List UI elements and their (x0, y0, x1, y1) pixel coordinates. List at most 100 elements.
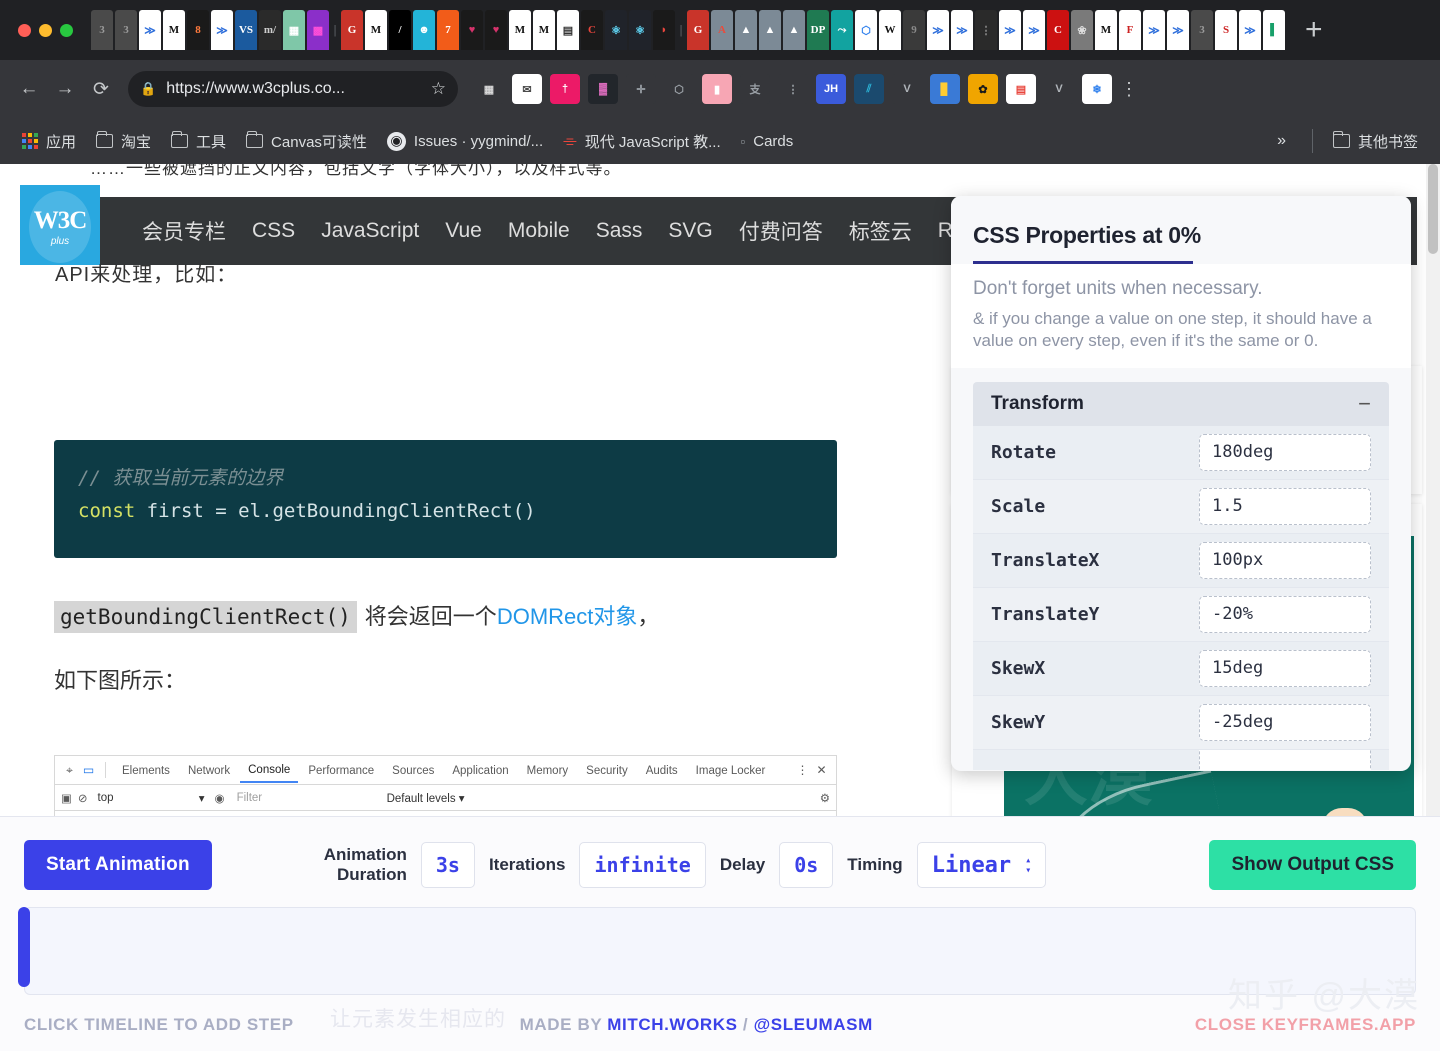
iterations-input[interactable]: infinite (579, 842, 706, 888)
made-by-handle[interactable]: @SLEUMASM (754, 1015, 873, 1034)
browser-tab[interactable]: ❀ (1071, 10, 1093, 50)
property-value-input[interactable]: 15deg (1199, 649, 1371, 687)
domrect-link[interactable]: DOMRect对象 (497, 599, 638, 631)
bookmark-tools[interactable]: 工具 (163, 127, 234, 156)
bookmark-star-icon[interactable]: ☆ (431, 79, 446, 99)
bookmark-canvas[interactable]: Canvas可读性 (238, 127, 375, 156)
profile-avatar[interactable]: ❄ (1082, 74, 1112, 104)
site-logo[interactable]: W3C plus (20, 184, 100, 270)
browser-tab[interactable]: VS (235, 10, 257, 50)
property-value-input[interactable] (1199, 749, 1371, 770)
browser-tab[interactable]: ▲ (759, 10, 781, 50)
alipay-shield-icon[interactable]: 支 (740, 74, 770, 104)
devtools-tab-application[interactable]: Application (444, 759, 516, 782)
console-filter-input[interactable]: Filter (231, 792, 381, 804)
browser-tab[interactable]: ▤ (557, 10, 579, 50)
duration-input[interactable]: 3s (420, 842, 475, 888)
ruler-icon[interactable]: ✛ (626, 74, 656, 104)
browser-tab[interactable]: ▦ (283, 10, 305, 50)
browser-tab[interactable]: ⬡ (855, 10, 877, 50)
browser-tab[interactable]: 7 (437, 10, 459, 50)
back-icon[interactable]: ← (12, 72, 46, 106)
console-context-select[interactable]: top ▾ (94, 790, 209, 806)
site-nav-item-0[interactable]: 会员专栏 (142, 216, 226, 246)
browser-tab[interactable]: M (163, 10, 185, 50)
browser-tab[interactable]: ⋮ (975, 10, 997, 50)
bookmark-js-info[interactable]: ⌯ 现代 JavaScript 教... (555, 127, 728, 156)
site-nav-item-2[interactable]: JavaScript (321, 219, 419, 243)
devtools-tab-image-locker[interactable]: Image Locker (688, 759, 774, 782)
mail-checker-icon[interactable]: ✉ (512, 74, 542, 104)
jh-icon[interactable]: JH (816, 74, 846, 104)
colorzilla-icon[interactable]: ▓ (588, 74, 618, 104)
vimium-icon[interactable]: V (892, 74, 922, 104)
close-keyframes-button[interactable]: CLOSE KEYFRAMES.APP (1195, 1015, 1416, 1035)
browser-tab[interactable]: G (687, 10, 709, 50)
browser-tab[interactable]: 3 (115, 10, 137, 50)
browser-tab[interactable]: C (1047, 10, 1069, 50)
browser-tab[interactable]: ≫ (951, 10, 973, 50)
browser-tab[interactable]: ≫ (1239, 10, 1261, 50)
close-window-button[interactable] (18, 23, 31, 37)
other-bookmarks-folder[interactable]: 其他书签 (1325, 127, 1426, 156)
site-nav-item-4[interactable]: Mobile (508, 219, 570, 243)
forward-icon[interactable]: → (48, 72, 82, 106)
devtools-tab-audits[interactable]: Audits (638, 759, 686, 782)
bookmarks-overflow-button[interactable]: » (1263, 132, 1300, 150)
browser-tab[interactable]: ⚛ (605, 10, 627, 50)
browser-tab[interactable]: ▌ (1263, 10, 1285, 50)
browser-tab[interactable]: DP (807, 10, 829, 50)
bookmark-apps[interactable]: 应用 (14, 127, 84, 156)
collapse-icon[interactable]: − (1358, 392, 1371, 415)
eye-icon[interactable]: ◉ (215, 791, 225, 805)
delay-input[interactable]: 0s (779, 842, 834, 888)
property-value-input[interactable]: -25deg (1199, 703, 1371, 741)
site-nav-item-7[interactable]: 付费问答 (739, 216, 823, 246)
notes-icon[interactable]: ▤ (1006, 74, 1036, 104)
property-value-input[interactable]: -20% (1199, 595, 1371, 633)
browser-tab[interactable]: W (879, 10, 901, 50)
browser-tab[interactable]: ▲ (783, 10, 805, 50)
browser-tab[interactable]: 3 (91, 10, 113, 50)
browser-tab[interactable]: 8 (187, 10, 209, 50)
browser-tab[interactable]: / (389, 10, 411, 50)
browser-tab[interactable]: ◗ (653, 10, 675, 50)
devtools-tab-network[interactable]: Network (180, 759, 238, 782)
console-levels-select[interactable]: Default levels ▾ (387, 791, 465, 805)
browser-tab[interactable]: ▲ (735, 10, 757, 50)
browser-tab[interactable]: ≫ (139, 10, 161, 50)
chrome-menu-icon[interactable]: ⋮ (1118, 79, 1140, 100)
browser-tab[interactable]: S (1215, 10, 1237, 50)
browser-tab[interactable]: ☻ (413, 10, 435, 50)
reload-icon[interactable]: ⟳ (84, 72, 118, 106)
address-bar[interactable]: 🔒 https://www.w3cplus.co... ☆ (128, 71, 458, 107)
clear-console-icon[interactable]: ▣ (61, 791, 72, 805)
browser-tab[interactable]: G (341, 10, 363, 50)
show-output-css-button[interactable]: Show Output CSS (1209, 840, 1416, 890)
inspect-icon[interactable]: ⌖ (61, 762, 78, 779)
start-animation-button[interactable]: Start Animation (24, 840, 212, 890)
lighthouse-icon[interactable]: ▊ (930, 74, 960, 104)
site-nav-item-6[interactable]: SVG (668, 219, 712, 243)
transform-section-header[interactable]: Transform − (973, 381, 1389, 426)
property-value-input[interactable]: 180deg (1199, 433, 1371, 471)
browser-tab[interactable]: F (1119, 10, 1141, 50)
no-entry-icon[interactable]: ⊘ (78, 791, 88, 805)
bookmark-cards[interactable]: ▫ Cards (733, 129, 802, 154)
browser-tab[interactable]: ≫ (1023, 10, 1045, 50)
browser-tab[interactable]: ≫ (211, 10, 233, 50)
timeline-track[interactable] (24, 907, 1416, 995)
browser-tab[interactable]: M (509, 10, 531, 50)
site-nav-item-8[interactable]: 标签云 (849, 216, 912, 246)
property-value-input[interactable]: 1.5 (1199, 487, 1371, 525)
property-value-input[interactable]: 100px (1199, 541, 1371, 579)
new-tab-button[interactable]: + (1305, 15, 1323, 45)
box-icon[interactable]: ⬡ (664, 74, 694, 104)
browser-tab[interactable]: ≫ (999, 10, 1021, 50)
browser-tab[interactable]: 9 (903, 10, 925, 50)
maximize-window-button[interactable] (60, 23, 73, 37)
bookmark-issues[interactable]: ◉ Issues · yygmind/... (379, 128, 551, 155)
browser-tab[interactable]: ▩ (307, 10, 329, 50)
devtools-tab-sources[interactable]: Sources (384, 759, 442, 782)
gear-icon[interactable]: ⚙ (820, 791, 830, 805)
